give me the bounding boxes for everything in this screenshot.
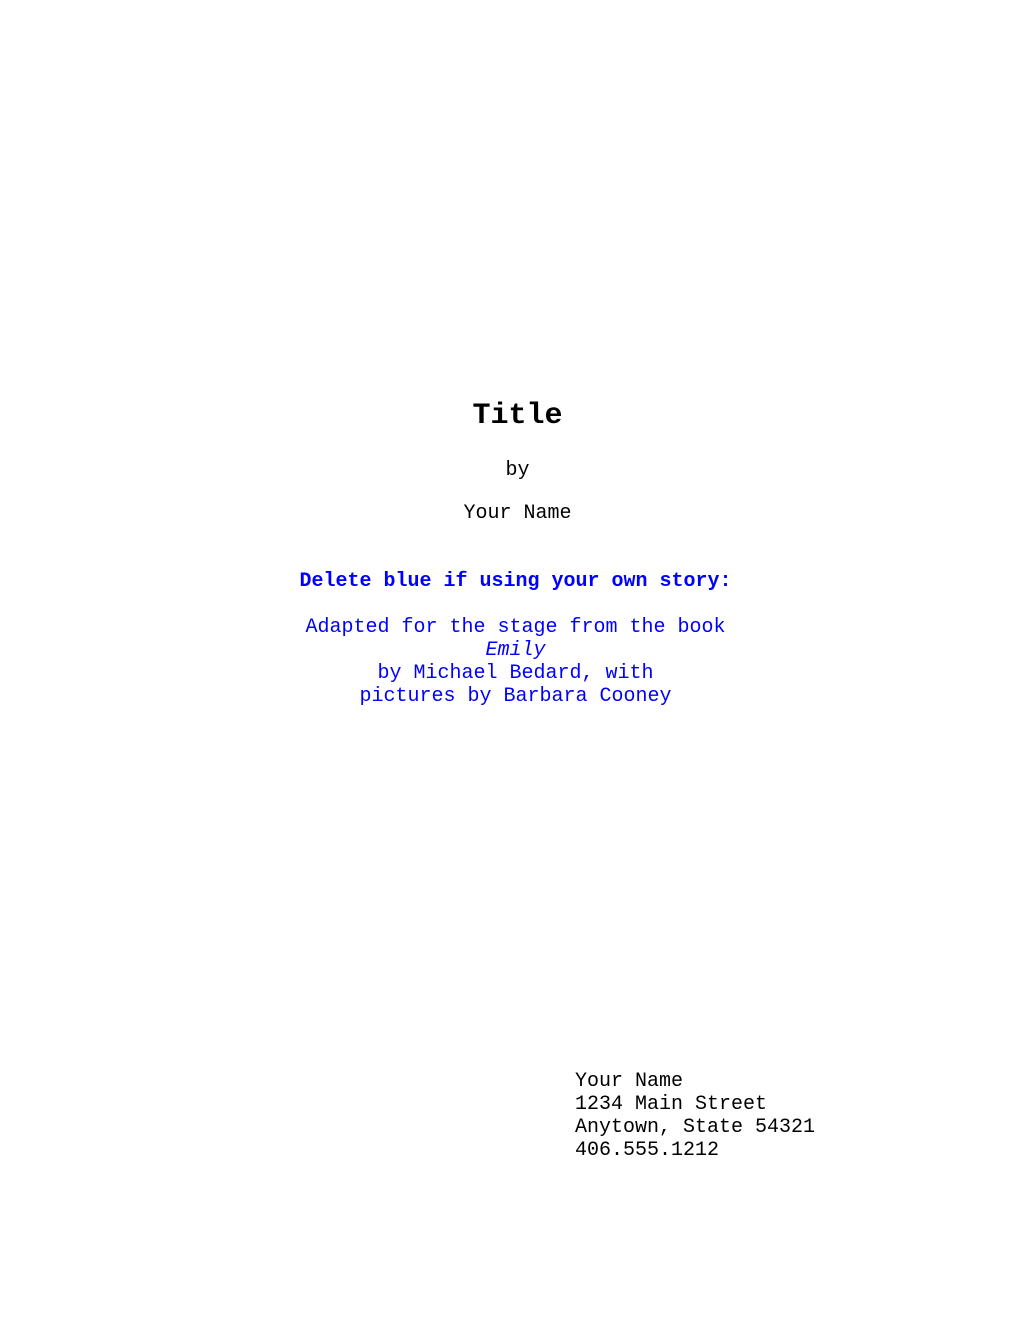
contact-street: 1234 Main Street xyxy=(575,1093,768,1116)
page-title: Title xyxy=(472,399,563,433)
blue-note-heading: Delete blue if using your own story: xyxy=(299,570,732,593)
by-label: by xyxy=(505,459,530,482)
blue-note-line-book-author: by Michael Bedard, with xyxy=(377,662,654,685)
author-name: Your Name xyxy=(463,502,572,525)
title-block: Title by Your Name xyxy=(0,398,1020,525)
contact-city-state-zip: Anytown, State 54321 xyxy=(575,1116,816,1139)
blue-note-line-illustrator: pictures by Barbara Cooney xyxy=(359,685,672,708)
contact-block: Your Name 1234 Main Street Anytown, Stat… xyxy=(575,1070,815,1162)
screenplay-title-page: Title by Your Name Delete blue if using … xyxy=(0,0,1020,1320)
blue-note-lines: Adapted for the stage from the book Emil… xyxy=(0,593,1020,708)
contact-phone: 406.555.1212 xyxy=(575,1139,720,1162)
blue-note-line-source: Adapted for the stage from the book xyxy=(305,616,726,639)
blue-note-line-book-title: Emily xyxy=(485,639,546,662)
blue-adaptation-note: Delete blue if using your own story: Ada… xyxy=(0,570,1020,708)
contact-name: Your Name xyxy=(575,1070,684,1093)
